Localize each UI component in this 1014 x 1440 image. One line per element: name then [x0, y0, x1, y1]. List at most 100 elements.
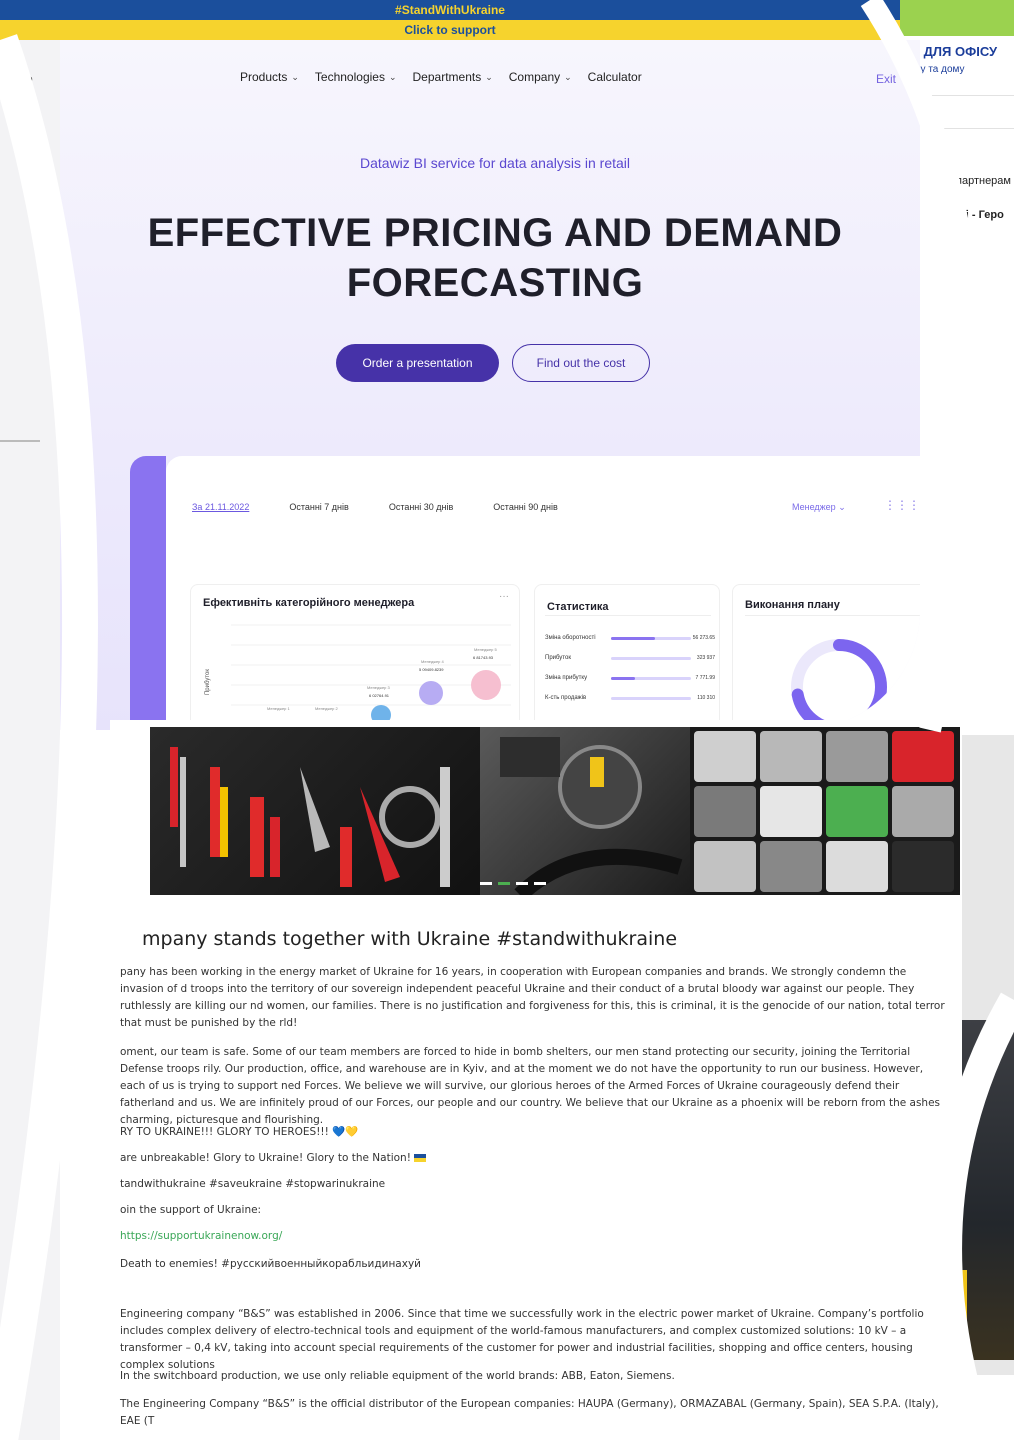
tool-tile	[892, 841, 954, 892]
tool-tile	[760, 841, 822, 892]
grid-menu-icon[interactable]: ⋮⋮⋮	[884, 498, 920, 512]
tool-tile	[694, 841, 756, 892]
stat-track	[611, 657, 691, 660]
exit-link[interactable]: Exit	[876, 72, 896, 86]
hashtags-text: tandwithukraine #saveukraine #stopwarinu…	[120, 1178, 386, 1190]
carousel-dot[interactable]	[480, 882, 492, 885]
glory-text: RY TO UKRAINE!!! GLORY TO HEROES!!! 💙💛	[120, 1126, 359, 1138]
chevron-down-icon: ⌄	[838, 502, 846, 512]
manager-value: 6 02764.91	[369, 693, 390, 698]
join-support-text: oin the support of Ukraine:	[120, 1204, 262, 1216]
death-to-enemies-text: Death to enemies! #русскийвоенныйкорабль…	[120, 1258, 421, 1270]
dashboard-date-tabs: За 21.11.2022 Останні 7 днів Останні 30 …	[192, 502, 558, 512]
carousel-dot[interactable]	[498, 882, 510, 885]
manager-label: Менеджер 3	[367, 685, 391, 690]
tools-image-1	[150, 727, 480, 895]
chevron-down-icon: ⌄	[291, 71, 299, 82]
stat-label: К-сть продажів	[545, 695, 587, 701]
nav-products[interactable]: Products ⌄	[240, 70, 299, 84]
main-nav: Products ⌄ Technologies ⌄ Departments ⌄ Com…	[240, 70, 642, 84]
chevron-down-icon: ⌄	[485, 71, 493, 82]
tool-tile	[892, 786, 954, 837]
stat-bar	[611, 637, 655, 640]
datawiz-hero: Products ⌄ Technologies ⌄ Departments ⌄ Com…	[60, 40, 920, 730]
stand-with-ukraine-banner[interactable]: #StandWithUkraine Click to support	[0, 0, 900, 40]
stat-label: Зміна прибутку	[545, 675, 588, 681]
right-divider	[910, 95, 1014, 96]
ukraine-flag-icon	[414, 1154, 427, 1162]
tab-30-days[interactable]: Останні 30 днів	[389, 502, 453, 512]
stat-row: Зміна оборотності 56 273.65	[545, 635, 715, 645]
left-divider	[0, 440, 40, 442]
plan-completion-card: Виконання плану ···	[732, 584, 920, 730]
manager-label: Менеджер 1	[267, 706, 291, 711]
right-heroes-text: їні - Геро	[956, 209, 1004, 221]
unbreakable-text: are unbreakable! Glory to Ukraine! Glory…	[120, 1150, 950, 1167]
stat-value: 323 937	[696, 655, 715, 661]
nav-technologies[interactable]: Technologies ⌄	[315, 70, 397, 84]
tool-tile	[826, 841, 888, 892]
chevron-down-icon: ⌄	[564, 71, 572, 82]
find-cost-button[interactable]: Find out the cost	[512, 344, 650, 382]
bs-paragraph: pany has been working in the energy mark…	[120, 966, 945, 1029]
tab-7-days[interactable]: Останні 7 днів	[289, 502, 348, 512]
chevron-down-icon: ⌄	[388, 71, 397, 82]
hero-title: EFFECTIVE PRICING AND DEMAND FORECASTING	[147, 211, 843, 305]
stat-bar	[611, 677, 635, 680]
carousel-dot[interactable]	[534, 882, 546, 885]
stat-track	[611, 697, 691, 700]
right-green-header	[880, 0, 1014, 36]
manager-bubble	[471, 670, 501, 700]
carousel-dots	[480, 882, 546, 885]
stat-row: Прибуток 323 937	[545, 655, 715, 665]
right-divider	[940, 128, 1014, 129]
left-background-fragment	[0, 0, 60, 1440]
stat-row: К-сть продажів 110 310	[545, 695, 715, 705]
left-logo-fragment: o	[26, 72, 33, 86]
tab-90-days[interactable]: Останні 90 днів	[493, 502, 557, 512]
hero-tagline: Datawiz BI service for data analysis in …	[360, 155, 630, 171]
tab-date[interactable]: За 21.11.2022	[192, 502, 249, 512]
manager-bubble	[419, 681, 443, 705]
card-title: Статистика	[547, 601, 609, 613]
bs-paragraph: The Engineering Company “B&S” is the off…	[120, 1398, 939, 1427]
manager-value: 6 81743.93	[473, 655, 494, 660]
manager-label: Менеджер 2	[315, 706, 339, 711]
bs-paragraph: In the switchboard production, we use on…	[120, 1370, 675, 1382]
bs-paragraph: oment, our team is safe. Some of our tea…	[120, 1046, 941, 1126]
click-to-support-link[interactable]: Click to support	[404, 23, 495, 37]
tool-tile	[892, 731, 954, 782]
dashboard-preview: За 21.11.2022 Останні 7 днів Останні 30 …	[166, 456, 920, 730]
tool-tile	[826, 731, 888, 782]
tools-image-2	[480, 727, 690, 895]
stat-value: 7 771.99	[695, 675, 715, 681]
stat-label: Зміна оборотності	[545, 635, 596, 641]
nav-company[interactable]: Company ⌄	[509, 70, 572, 84]
order-presentation-button[interactable]: Order a presentation	[336, 344, 499, 382]
tool-tile	[826, 786, 888, 837]
bs-heading: mpany stands together with Ukraine #stan…	[142, 928, 678, 950]
right-partners-link[interactable]: партнерам	[956, 175, 1011, 187]
tool-tile	[694, 731, 756, 782]
support-link-line: https://supportukrainenow.org/	[120, 1228, 950, 1245]
stat-row: Зміна прибутку 7 771.99	[545, 675, 715, 685]
manager-select[interactable]: Менеджер ⌄	[792, 502, 846, 513]
tools-image-3	[690, 727, 960, 895]
manager-efficiency-card: Ефективніть категорійного менеджера ··· …	[190, 584, 520, 730]
plan-donut-chart	[791, 639, 887, 730]
tool-tile	[694, 786, 756, 837]
stat-value: 56 273.65	[692, 635, 715, 641]
ua-hashtag[interactable]: #StandWithUkraine	[395, 3, 505, 17]
tools-banner-carousel	[150, 727, 960, 895]
manager-bubble-chart: Прибуток Менеджер 1 Менеджер 2 Менеджер …	[205, 624, 511, 725]
nav-departments[interactable]: Departments ⌄	[413, 70, 493, 84]
statistics-card: Статистика Зміна оборотності 56 273.65 При…	[534, 584, 720, 730]
y-axis-label: Прибуток	[205, 669, 211, 695]
manager-label: Менеджер 5	[474, 647, 498, 652]
support-ukraine-link[interactable]: https://supportukrainenow.org/	[120, 1230, 282, 1242]
nav-calculator[interactable]: Calculator	[588, 70, 642, 84]
bs-company-page: mpany stands together with Ukraine #stan…	[110, 720, 962, 1440]
stat-label: Прибуток	[545, 655, 571, 661]
stat-value: 110 310	[697, 695, 715, 701]
carousel-dot[interactable]	[516, 882, 528, 885]
